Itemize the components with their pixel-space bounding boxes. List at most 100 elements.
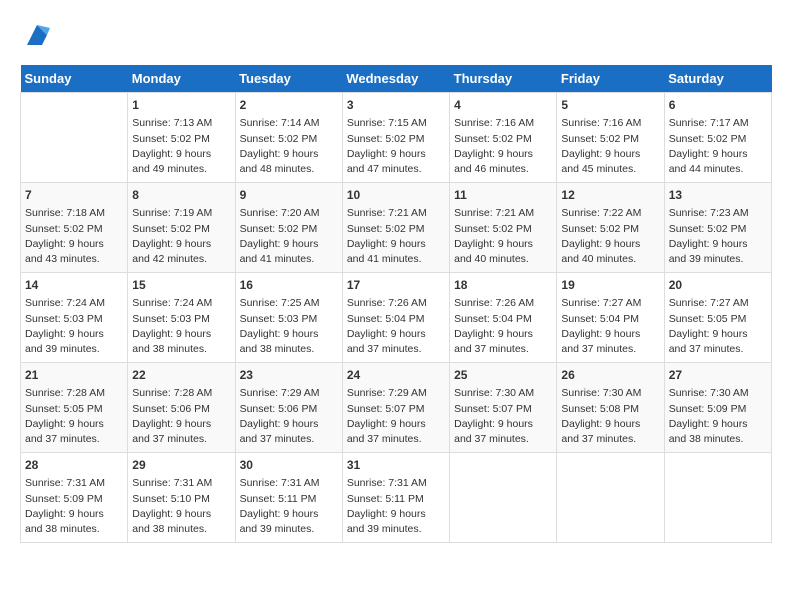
day-number: 14 — [25, 277, 123, 294]
header — [20, 20, 772, 55]
header-cell-saturday: Saturday — [664, 65, 771, 93]
day-number: 10 — [347, 187, 445, 204]
calendar-cell: 22 Sunrise: 7:28 AMSunset: 5:06 PMDayligh… — [128, 363, 235, 453]
calendar-table: SundayMondayTuesdayWednesdayThursdayFrid… — [20, 65, 772, 543]
day-info: Sunrise: 7:24 AMSunset: 5:03 PMDaylight:… — [25, 296, 123, 357]
day-info: Sunrise: 7:31 AMSunset: 5:09 PMDaylight:… — [25, 476, 123, 537]
day-number: 5 — [561, 97, 659, 114]
calendar-cell: 29Sunrise: 7:31 AMSunset: 5:10 PMDayligh… — [128, 453, 235, 543]
day-number: 27 — [669, 367, 767, 384]
header-row: SundayMondayTuesdayWednesdayThursdayFrid… — [21, 65, 772, 93]
calendar-cell: 3 Sunrise: 7:15 AMSunset: 5:02 PMDaylight… — [342, 93, 449, 183]
day-number: 2 — [240, 97, 338, 114]
day-info: Sunrise: 7:30 AMSunset: 5:09 PMDaylight:… — [669, 386, 767, 447]
calendar-cell: 12 Sunrise: 7:22 AMSunset: 5:02 PMDayligh… — [557, 183, 664, 273]
calendar-cell: 11 Sunrise: 7:21 AMSunset: 5:02 PMDayligh… — [450, 183, 557, 273]
header-cell-sunday: Sunday — [21, 65, 128, 93]
day-number: 19 — [561, 277, 659, 294]
day-number: 22 — [132, 367, 230, 384]
day-number: 17 — [347, 277, 445, 294]
day-info: Sunrise: 7:19 AMSunset: 5:02 PMDaylight:… — [132, 206, 230, 267]
day-info: Sunrise: 7:30 AMSunset: 5:08 PMDaylight:… — [561, 386, 659, 447]
day-info: Sunrise: 7:16 AMSunset: 5:02 PMDaylight:… — [454, 116, 552, 177]
day-number: 6 — [669, 97, 767, 114]
day-info: Sunrise: 7:14 AMSunset: 5:02 PMDaylight:… — [240, 116, 338, 177]
day-info: Sunrise: 7:30 AMSunset: 5:07 PMDaylight:… — [454, 386, 552, 447]
day-number: 13 — [669, 187, 767, 204]
calendar-cell — [664, 453, 771, 543]
day-number: 21 — [25, 367, 123, 384]
day-info: Sunrise: 7:29 AMSunset: 5:07 PMDaylight:… — [347, 386, 445, 447]
day-number: 8 — [132, 187, 230, 204]
day-info: Sunrise: 7:27 AMSunset: 5:04 PMDaylight:… — [561, 296, 659, 357]
calendar-cell: 10Sunrise: 7:21 AMSunset: 5:02 PMDayligh… — [342, 183, 449, 273]
day-number: 31 — [347, 457, 445, 474]
calendar-cell: 15Sunrise: 7:24 AMSunset: 5:03 PMDayligh… — [128, 273, 235, 363]
day-info: Sunrise: 7:15 AMSunset: 5:02 PMDaylight:… — [347, 116, 445, 177]
calendar-cell: 6Sunrise: 7:17 AMSunset: 5:02 PMDaylight… — [664, 93, 771, 183]
calendar-cell: 28 Sunrise: 7:31 AMSunset: 5:09 PMDayligh… — [21, 453, 128, 543]
calendar-cell: 23Sunrise: 7:29 AMSunset: 5:06 PMDayligh… — [235, 363, 342, 453]
calendar-cell: 1Sunrise: 7:13 AMSunset: 5:02 PMDaylight… — [128, 93, 235, 183]
day-info: Sunrise: 7:27 AMSunset: 5:05 PMDaylight:… — [669, 296, 767, 357]
calendar-cell: 17 Sunrise: 7:26 AMSunset: 5:04 PMDayligh… — [342, 273, 449, 363]
day-info: Sunrise: 7:16 AMSunset: 5:02 PMDaylight:… — [561, 116, 659, 177]
day-number: 9 — [240, 187, 338, 204]
calendar-cell: 13 Sunrise: 7:23 AMSunset: 5:02 PMDayligh… — [664, 183, 771, 273]
calendar-cell: 31Sunrise: 7:31 AMSunset: 5:11 PMDayligh… — [342, 453, 449, 543]
day-info: Sunrise: 7:28 AMSunset: 5:05 PMDaylight:… — [25, 386, 123, 447]
calendar-cell: 30 Sunrise: 7:31 AMSunset: 5:11 PMDayligh… — [235, 453, 342, 543]
calendar-cell: 21 Sunrise: 7:28 AMSunset: 5:05 PMDayligh… — [21, 363, 128, 453]
calendar-cell: 27 Sunrise: 7:30 AMSunset: 5:09 PMDayligh… — [664, 363, 771, 453]
calendar-cell: 14 Sunrise: 7:24 AMSunset: 5:03 PMDayligh… — [21, 273, 128, 363]
day-number: 11 — [454, 187, 552, 204]
day-info: Sunrise: 7:23 AMSunset: 5:02 PMDaylight:… — [669, 206, 767, 267]
header-cell-friday: Friday — [557, 65, 664, 93]
calendar-cell: 7Sunrise: 7:18 AMSunset: 5:02 PMDaylight… — [21, 183, 128, 273]
day-number: 20 — [669, 277, 767, 294]
calendar-cell: 24 Sunrise: 7:29 AMSunset: 5:07 PMDayligh… — [342, 363, 449, 453]
day-number: 3 — [347, 97, 445, 114]
day-info: Sunrise: 7:26 AMSunset: 5:04 PMDaylight:… — [347, 296, 445, 357]
header-cell-tuesday: Tuesday — [235, 65, 342, 93]
day-number: 26 — [561, 367, 659, 384]
day-info: Sunrise: 7:24 AMSunset: 5:03 PMDaylight:… — [132, 296, 230, 357]
day-number: 4 — [454, 97, 552, 114]
logo — [20, 20, 52, 55]
calendar-cell: 18Sunrise: 7:26 AMSunset: 5:04 PMDayligh… — [450, 273, 557, 363]
day-number: 30 — [240, 457, 338, 474]
day-info: Sunrise: 7:20 AMSunset: 5:02 PMDaylight:… — [240, 206, 338, 267]
day-info: Sunrise: 7:31 AMSunset: 5:11 PMDaylight:… — [240, 476, 338, 537]
calendar-body: 1Sunrise: 7:13 AMSunset: 5:02 PMDaylight… — [21, 93, 772, 543]
calendar-cell: 16 Sunrise: 7:25 AMSunset: 5:03 PMDayligh… — [235, 273, 342, 363]
day-info: Sunrise: 7:31 AMSunset: 5:10 PMDaylight:… — [132, 476, 230, 537]
calendar-cell: 19 Sunrise: 7:27 AMSunset: 5:04 PMDayligh… — [557, 273, 664, 363]
day-info: Sunrise: 7:26 AMSunset: 5:04 PMDaylight:… — [454, 296, 552, 357]
calendar-cell: 20 Sunrise: 7:27 AMSunset: 5:05 PMDayligh… — [664, 273, 771, 363]
day-number: 12 — [561, 187, 659, 204]
day-number: 24 — [347, 367, 445, 384]
day-info: Sunrise: 7:28 AMSunset: 5:06 PMDaylight:… — [132, 386, 230, 447]
calendar-cell: 4 Sunrise: 7:16 AMSunset: 5:02 PMDaylight… — [450, 93, 557, 183]
header-cell-thursday: Thursday — [450, 65, 557, 93]
calendar-week-3: 14 Sunrise: 7:24 AMSunset: 5:03 PMDayligh… — [21, 273, 772, 363]
day-number: 28 — [25, 457, 123, 474]
logo-icon — [22, 20, 52, 50]
calendar-cell: 8 Sunrise: 7:19 AMSunset: 5:02 PMDaylight… — [128, 183, 235, 273]
calendar-cell: 5 Sunrise: 7:16 AMSunset: 5:02 PMDaylight… — [557, 93, 664, 183]
day-number: 1 — [132, 97, 230, 114]
day-number: 7 — [25, 187, 123, 204]
day-number: 16 — [240, 277, 338, 294]
calendar-week-1: 1Sunrise: 7:13 AMSunset: 5:02 PMDaylight… — [21, 93, 772, 183]
calendar-cell: 25 Sunrise: 7:30 AMSunset: 5:07 PMDayligh… — [450, 363, 557, 453]
day-number: 25 — [454, 367, 552, 384]
calendar-cell — [557, 453, 664, 543]
logo-text — [20, 20, 52, 55]
calendar-week-5: 28 Sunrise: 7:31 AMSunset: 5:09 PMDayligh… — [21, 453, 772, 543]
day-number: 23 — [240, 367, 338, 384]
header-cell-wednesday: Wednesday — [342, 65, 449, 93]
header-cell-monday: Monday — [128, 65, 235, 93]
day-info: Sunrise: 7:22 AMSunset: 5:02 PMDaylight:… — [561, 206, 659, 267]
day-info: Sunrise: 7:21 AMSunset: 5:02 PMDaylight:… — [454, 206, 552, 267]
day-info: Sunrise: 7:25 AMSunset: 5:03 PMDaylight:… — [240, 296, 338, 357]
